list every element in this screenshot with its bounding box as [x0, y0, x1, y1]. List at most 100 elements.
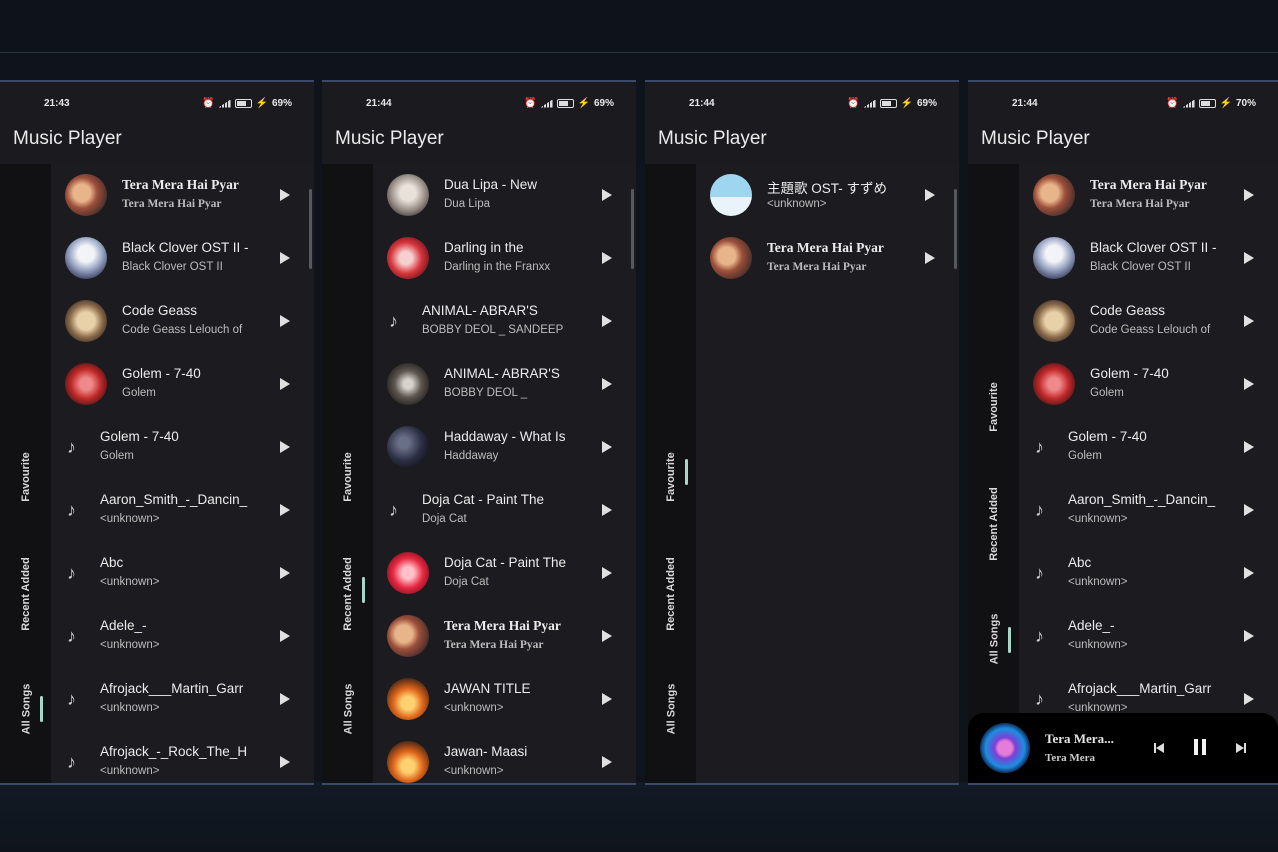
song-artist: BOBBY DEOL _ SANDEEP: [422, 324, 564, 336]
song-row[interactable]: Darling in the Darling in the Franxx: [373, 227, 636, 290]
song-row[interactable]: Black Clover OST II - Black Clover OST I…: [51, 227, 314, 290]
play-icon[interactable]: [602, 252, 612, 264]
song-list[interactable]: Tera Mera Hai Pyar Tera Mera Hai Pyar Bl…: [51, 164, 314, 783]
tab-favourite[interactable]: Favourite: [14, 432, 38, 522]
song-row[interactable]: ♪ Golem - 7-40 Golem: [51, 416, 314, 479]
scrollbar[interactable]: [309, 189, 312, 269]
play-icon[interactable]: [925, 252, 935, 264]
play-icon[interactable]: [602, 756, 612, 768]
play-icon[interactable]: [1244, 378, 1254, 390]
play-icon[interactable]: [1244, 252, 1254, 264]
play-icon[interactable]: [1244, 315, 1254, 327]
play-icon[interactable]: [280, 441, 290, 453]
tab-favourite[interactable]: Favourite: [659, 432, 683, 522]
play-icon[interactable]: [280, 567, 290, 579]
song-row[interactable]: Tera Mera Hai Pyar Tera Mera Hai Pyar: [373, 605, 636, 668]
song-row[interactable]: Tera Mera Hai Pyar Tera Mera Hai Pyar: [696, 227, 959, 290]
tab-all-songs[interactable]: All Songs: [14, 664, 38, 754]
song-row[interactable]: Tera Mera Hai Pyar Tera Mera Hai Pyar: [1019, 164, 1278, 227]
play-icon[interactable]: [280, 630, 290, 642]
tab-favourite[interactable]: Favourite: [336, 432, 360, 522]
play-icon[interactable]: [1244, 693, 1254, 705]
song-row[interactable]: ♪ ANIMAL- ABRAR'S BOBBY DEOL _ SANDEEP: [373, 290, 636, 353]
play-icon[interactable]: [280, 693, 290, 705]
play-icon[interactable]: [280, 756, 290, 768]
play-icon[interactable]: [1244, 630, 1254, 642]
song-row[interactable]: Dua Lipa - New Dua Lipa: [373, 164, 636, 227]
song-artist: Golem: [122, 387, 156, 399]
song-row[interactable]: ♪ Golem - 7-40 Golem: [1019, 416, 1278, 479]
song-row[interactable]: 主題歌 OST- すずめ <unknown>: [696, 164, 959, 227]
song-artist: <unknown>: [1068, 576, 1128, 588]
song-row[interactable]: ♪ Abc <unknown>: [1019, 542, 1278, 605]
play-icon[interactable]: [280, 504, 290, 516]
song-row[interactable]: Jawan- Maasi <unknown>: [373, 731, 636, 783]
battery-icon: [1198, 99, 1216, 108]
song-title: 主題歌 OST- すずめ: [767, 181, 888, 196]
song-row[interactable]: ♪ Doja Cat - Paint The Doja Cat: [373, 479, 636, 542]
song-row[interactable]: Code Geass Code Geass Lelouch of: [1019, 290, 1278, 353]
play-icon[interactable]: [602, 189, 612, 201]
play-icon[interactable]: [602, 315, 612, 327]
song-title: ANIMAL- ABRAR'S: [444, 366, 560, 381]
play-icon[interactable]: [602, 378, 612, 390]
play-icon[interactable]: [280, 252, 290, 264]
play-icon[interactable]: [602, 504, 612, 516]
play-icon[interactable]: [280, 315, 290, 327]
song-row[interactable]: JAWAN TITLE <unknown>: [373, 668, 636, 731]
song-row[interactable]: ♪ Adele_- <unknown>: [51, 605, 314, 668]
play-icon[interactable]: [925, 189, 935, 201]
play-icon[interactable]: [280, 378, 290, 390]
next-icon[interactable]: [1236, 743, 1246, 753]
scrollbar[interactable]: [954, 189, 957, 269]
battery-icon: [234, 99, 252, 108]
tab-favourite[interactable]: Favourite: [982, 362, 1006, 452]
play-icon[interactable]: [1244, 189, 1254, 201]
song-title: Golem - 7-40: [1068, 429, 1147, 444]
song-artist: Doja Cat: [422, 513, 467, 525]
song-row[interactable]: Black Clover OST II - Black Clover OST I…: [1019, 227, 1278, 290]
song-row[interactable]: Golem - 7-40 Golem: [1019, 353, 1278, 416]
play-icon[interactable]: [280, 189, 290, 201]
song-artist: <unknown>: [444, 702, 504, 714]
selected-tab-indicator: [40, 696, 43, 722]
song-row[interactable]: Tera Mera Hai Pyar Tera Mera Hai Pyar: [51, 164, 314, 227]
song-row[interactable]: Code Geass Code Geass Lelouch of: [51, 290, 314, 353]
play-icon[interactable]: [1244, 504, 1254, 516]
song-title: Doja Cat - Paint The: [444, 555, 567, 570]
song-row[interactable]: ANIMAL- ABRAR'S BOBBY DEOL _: [373, 353, 636, 416]
song-row[interactable]: ♪ Abc <unknown>: [51, 542, 314, 605]
play-icon[interactable]: [1244, 567, 1254, 579]
tab-recent-added[interactable]: Recent Added: [14, 542, 38, 646]
play-icon[interactable]: [1244, 441, 1254, 453]
song-row[interactable]: ♪ Afrojack___Martin_Garr <unknown>: [51, 668, 314, 731]
tab-recent-added[interactable]: Recent Added: [659, 542, 683, 646]
tab-all-songs[interactable]: All Songs: [982, 594, 1006, 684]
song-row[interactable]: Golem - 7-40 Golem: [51, 353, 314, 416]
song-row[interactable]: Doja Cat - Paint The Doja Cat: [373, 542, 636, 605]
album-art: [387, 741, 429, 783]
tab-recent-added[interactable]: Recent Added: [982, 472, 1006, 576]
song-list[interactable]: Dua Lipa - New Dua Lipa Darling in the D…: [373, 164, 636, 783]
song-row[interactable]: ♪ Afrojack_-_Rock_The_H <unknown>: [51, 731, 314, 783]
pause-icon[interactable]: [1193, 739, 1207, 755]
song-artist: Black Clover OST II: [1090, 261, 1191, 273]
song-row[interactable]: ♪ Aaron_Smith_-_Dancin_ <unknown>: [51, 479, 314, 542]
tab-all-songs[interactable]: All Songs: [336, 664, 360, 754]
play-icon[interactable]: [602, 567, 612, 579]
song-list[interactable]: Tera Mera Hai Pyar Tera Mera Hai Pyar Bl…: [1019, 164, 1278, 783]
tab-recent-added[interactable]: Recent Added: [336, 542, 360, 646]
scrollbar[interactable]: [631, 189, 634, 269]
song-list[interactable]: 主題歌 OST- すずめ <unknown> Tera Mera Hai Pya…: [696, 164, 959, 783]
song-row[interactable]: ♪ Adele_- <unknown>: [1019, 605, 1278, 668]
song-row[interactable]: Haddaway - What Is Haddaway: [373, 416, 636, 479]
song-title: Code Geass: [122, 303, 198, 318]
song-row[interactable]: ♪ Aaron_Smith_-_Dancin_ <unknown>: [1019, 479, 1278, 542]
mini-player[interactable]: Tera Mera... Tera Mera: [968, 713, 1278, 783]
song-title: Adele_-: [1068, 618, 1115, 633]
play-icon[interactable]: [602, 693, 612, 705]
tab-all-songs[interactable]: All Songs: [659, 664, 683, 754]
play-icon[interactable]: [602, 441, 612, 453]
previous-icon[interactable]: [1154, 743, 1164, 753]
play-icon[interactable]: [602, 630, 612, 642]
